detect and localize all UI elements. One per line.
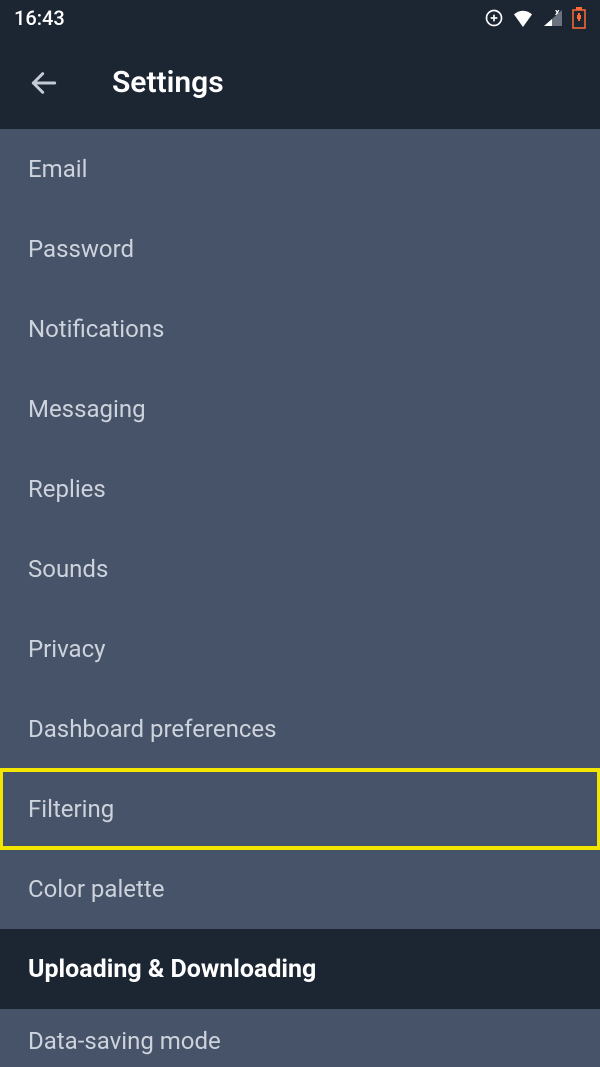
settings-item-dashboard-preferences[interactable]: Dashboard preferences	[0, 689, 600, 769]
status-time: 16:43	[14, 6, 65, 30]
list-item-label: Privacy	[28, 635, 106, 663]
status-bar: 16:43 x	[0, 0, 600, 36]
list-item-label: Sounds	[28, 555, 108, 583]
settings-item-data-saving-mode[interactable]: Data-saving mode	[0, 1009, 600, 1059]
list-item-label: Email	[28, 155, 87, 183]
section-header-uploading-downloading: Uploading & Downloading	[0, 929, 600, 1009]
wifi-icon	[512, 9, 534, 27]
settings-item-filtering[interactable]: Filtering	[0, 769, 600, 849]
settings-item-password[interactable]: Password	[0, 209, 600, 289]
settings-item-privacy[interactable]: Privacy	[0, 609, 600, 689]
arrow-left-icon	[28, 67, 60, 99]
refresh-icon	[484, 8, 504, 28]
settings-item-email[interactable]: Email	[0, 129, 600, 209]
list-item-label: Messaging	[28, 395, 146, 423]
settings-item-messaging[interactable]: Messaging	[0, 369, 600, 449]
list-item-label: Filtering	[28, 795, 114, 823]
status-icons: x	[484, 7, 586, 29]
list-item-label: Color palette	[28, 875, 164, 903]
settings-list: Email Password Notifications Messaging R…	[0, 129, 600, 929]
page-title: Settings	[112, 65, 224, 100]
settings-item-sounds[interactable]: Sounds	[0, 529, 600, 609]
settings-item-color-palette[interactable]: Color palette	[0, 849, 600, 929]
battery-icon	[572, 7, 586, 29]
list-item-label: Dashboard preferences	[28, 715, 277, 743]
cellular-icon: x	[542, 8, 564, 28]
settings-item-replies[interactable]: Replies	[0, 449, 600, 529]
list-item-label: Notifications	[28, 315, 164, 343]
back-button[interactable]	[24, 63, 64, 103]
list-item-label: Replies	[28, 475, 106, 503]
app-bar: Settings	[0, 36, 600, 129]
list-item-label: Data-saving mode	[28, 1027, 221, 1055]
settings-item-notifications[interactable]: Notifications	[0, 289, 600, 369]
list-item-label: Password	[28, 235, 134, 263]
